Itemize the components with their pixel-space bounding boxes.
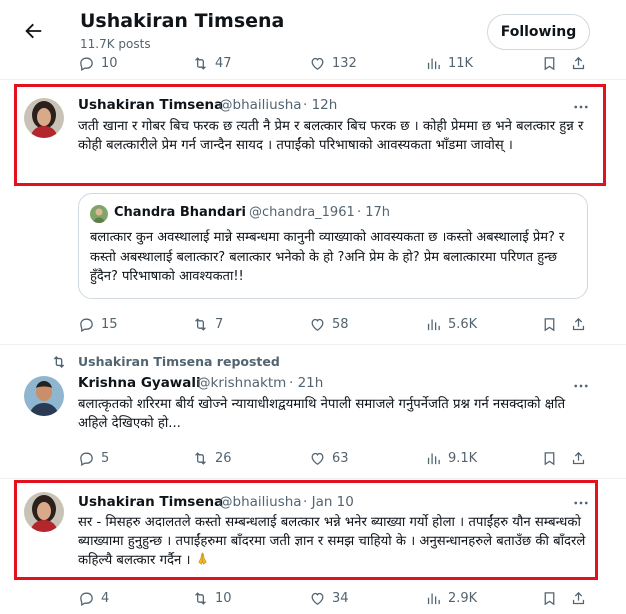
tweet-actions-1: 15 7 58 5.6K xyxy=(0,312,626,336)
views-count: 11K xyxy=(448,55,474,71)
highlight-box-tweet1 xyxy=(14,84,606,186)
bookmark-button[interactable] xyxy=(541,51,558,75)
repost-indicator-icon xyxy=(51,354,67,370)
reply-icon xyxy=(80,592,93,606)
like-count: 58 xyxy=(332,316,349,332)
divider xyxy=(0,344,626,345)
quoted-tweet-time: · 17h xyxy=(357,205,391,220)
avatar-krishna[interactable] xyxy=(24,376,64,416)
views-bar-chart-icon xyxy=(427,453,440,464)
bookmark-icon xyxy=(544,56,555,70)
tweet-time[interactable]: · 21h xyxy=(289,375,323,391)
like-count: 63 xyxy=(332,450,349,466)
quoted-author-handle: @chandra_1961 xyxy=(249,205,355,220)
quoted-tweet-text: बलात्कार कुन अवस्थालाई मान्ने सम्बन्धमा … xyxy=(90,230,565,284)
back-arrow-icon[interactable] xyxy=(22,20,44,42)
reply-count: 4 xyxy=(101,590,110,606)
repost-icon xyxy=(195,317,206,331)
quoted-author-name: Chandra Bhandari xyxy=(114,205,246,220)
share-icon xyxy=(572,56,585,69)
repost-icon xyxy=(195,591,206,605)
views-button[interactable]: 9.1K xyxy=(425,446,477,470)
bookmark-icon xyxy=(544,591,555,605)
views-count: 2.9K xyxy=(448,590,478,606)
repost-icon xyxy=(195,56,206,70)
reply-count: 5 xyxy=(101,450,110,466)
highlight-box-tweet3 xyxy=(14,480,598,580)
bookmark-button[interactable] xyxy=(541,446,558,470)
bookmark-icon xyxy=(544,451,555,465)
heart-icon xyxy=(311,452,324,465)
repost-icon xyxy=(195,451,206,465)
like-count: 132 xyxy=(332,55,357,71)
divider xyxy=(0,478,626,479)
avatar-chandra xyxy=(90,205,108,223)
like-count: 34 xyxy=(332,590,349,606)
reply-button[interactable]: 5 xyxy=(78,446,109,470)
share-button[interactable] xyxy=(570,446,587,470)
views-count: 5.6K xyxy=(448,316,478,332)
views-button[interactable]: 2.9K xyxy=(425,586,477,610)
views-bar-chart-icon xyxy=(427,58,440,69)
views-count: 9.1K xyxy=(448,450,478,466)
share-button[interactable] xyxy=(570,312,587,336)
heart-icon xyxy=(311,57,324,70)
repost-button[interactable]: 26 xyxy=(192,446,232,470)
heart-icon xyxy=(311,592,324,605)
reply-count: 10 xyxy=(101,55,118,71)
reply-icon xyxy=(80,452,93,466)
views-button[interactable]: 5.6K xyxy=(425,312,477,336)
following-button[interactable]: Following xyxy=(487,14,590,50)
share-icon xyxy=(572,591,585,604)
reply-button[interactable]: 10 xyxy=(78,51,118,75)
profile-name-title: Ushakiran Timsena xyxy=(80,10,285,32)
reply-button[interactable]: 4 xyxy=(78,586,109,610)
repost-count: 26 xyxy=(215,450,232,466)
views-bar-chart-icon xyxy=(427,319,440,330)
reply-count: 15 xyxy=(101,316,118,332)
quoted-tweet-card[interactable]: Chandra Bhandari @chandra_1961 · 17h बला… xyxy=(78,193,588,299)
repost-button[interactable]: 7 xyxy=(192,312,223,336)
views-button[interactable]: 11K xyxy=(425,51,473,75)
repost-count: 7 xyxy=(215,316,224,332)
author-handle[interactable]: @krishnaktm xyxy=(197,375,286,391)
tweet-actions-2: 5 26 63 9.1K xyxy=(0,446,626,470)
like-button[interactable]: 63 xyxy=(309,446,349,470)
tweet-actions-3: 4 10 34 2.9K xyxy=(0,586,626,610)
reply-icon xyxy=(80,57,93,71)
like-button[interactable]: 132 xyxy=(309,51,357,75)
repost-button[interactable]: 10 xyxy=(192,586,232,610)
author-name[interactable]: Krishna Gyawali xyxy=(78,375,201,391)
bookmark-button[interactable] xyxy=(541,586,558,610)
reply-button[interactable]: 15 xyxy=(78,312,118,336)
post-count: 11.7K posts xyxy=(80,37,151,51)
share-button[interactable] xyxy=(570,51,587,75)
bookmark-button[interactable] xyxy=(541,312,558,336)
views-bar-chart-icon xyxy=(427,593,440,604)
share-button[interactable] xyxy=(570,586,587,610)
tweet-text: बलात्कृतको शरिरमा बीर्य खोज्ने न्यायाधीश… xyxy=(78,397,566,431)
share-icon xyxy=(572,317,585,330)
tweet-actions-prev: 10 47 132 11K xyxy=(0,51,626,75)
reply-icon xyxy=(80,318,93,332)
profile-header: Ushakiran Timsena 11.7K posts Following xyxy=(0,0,626,58)
bookmark-icon xyxy=(544,317,555,331)
more-options-icon[interactable] xyxy=(572,377,590,395)
like-button[interactable]: 58 xyxy=(309,312,349,336)
share-icon xyxy=(572,451,585,464)
like-button[interactable]: 34 xyxy=(309,586,349,610)
repost-label[interactable]: Ushakiran Timsena reposted xyxy=(78,354,280,369)
repost-button[interactable]: 47 xyxy=(192,51,232,75)
divider xyxy=(0,79,626,80)
repost-count: 10 xyxy=(215,590,232,606)
heart-icon xyxy=(311,318,324,331)
repost-count: 47 xyxy=(215,55,232,71)
